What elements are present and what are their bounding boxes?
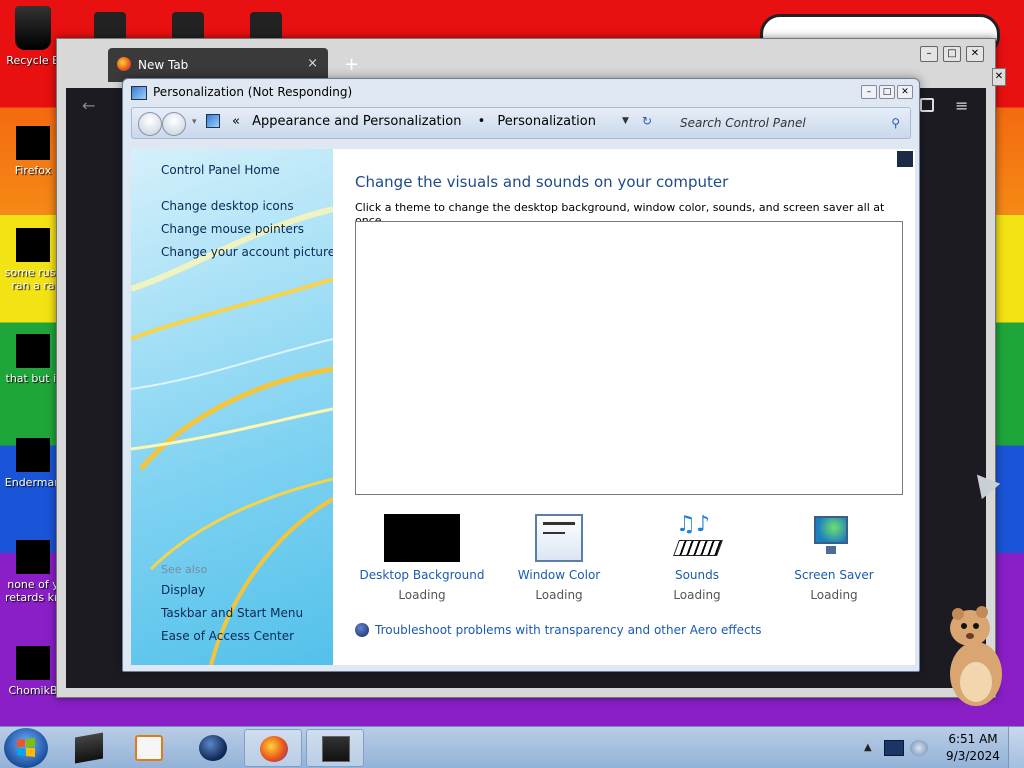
new-tab-button[interactable]: + bbox=[344, 54, 359, 75]
see-also-heading: See also bbox=[161, 563, 208, 576]
troubleshoot-text[interactable]: Troubleshoot problems with transparency … bbox=[375, 623, 762, 637]
recycle-bin-icon bbox=[15, 6, 51, 50]
personalization-window: Personalization (Not Responding) – □ ✕ ▾… bbox=[122, 78, 920, 672]
address-dropdown-icon[interactable]: ▼ bbox=[622, 116, 629, 126]
desktop-background-status: Loading bbox=[398, 588, 446, 602]
close-tab-icon[interactable]: × bbox=[307, 56, 318, 71]
control-panel-icon bbox=[206, 114, 220, 128]
breadcrumb-personalization[interactable]: Personalization bbox=[497, 114, 596, 129]
screen-saver-option[interactable]: Screen Saver Loading bbox=[769, 514, 899, 602]
back-button[interactable] bbox=[138, 112, 162, 136]
firefox-icon bbox=[260, 736, 288, 762]
change-desktop-icons-link[interactable]: Change desktop icons bbox=[161, 199, 294, 213]
screen-saver-label[interactable]: Screen Saver bbox=[769, 568, 899, 582]
forward-button[interactable] bbox=[162, 112, 186, 136]
media-player-icon bbox=[135, 735, 163, 761]
maximize-icon[interactable]: □ bbox=[943, 46, 961, 62]
file-icon bbox=[16, 334, 50, 368]
close-icon[interactable]: ✕ bbox=[992, 68, 1006, 86]
file-icon bbox=[16, 438, 50, 472]
control-panel-home-link[interactable]: Control Panel Home bbox=[161, 163, 280, 177]
taskbar-item-firefox[interactable] bbox=[244, 729, 302, 767]
system-tray: ▲ bbox=[862, 728, 944, 768]
sounds-option[interactable]: ♫ ♪ Sounds Loading bbox=[632, 514, 762, 602]
task-pane: Control Panel Home Change desktop icons … bbox=[131, 149, 333, 665]
hamster-icon bbox=[940, 604, 1010, 708]
display-link[interactable]: Display bbox=[161, 583, 205, 597]
start-button[interactable] bbox=[4, 728, 48, 768]
screen-saver-icon bbox=[812, 514, 856, 562]
taskbar-clock[interactable]: 6:51 AM 9/3/2024 bbox=[940, 731, 1006, 765]
change-account-picture-link[interactable]: Change your account picture bbox=[161, 245, 333, 259]
sounds-label[interactable]: Sounds bbox=[632, 568, 762, 582]
taskbar-start-menu-link[interactable]: Taskbar and Start Menu bbox=[161, 606, 303, 620]
clock-date: 9/3/2024 bbox=[946, 749, 1000, 763]
network-icon[interactable] bbox=[884, 740, 904, 756]
recent-pages-icon[interactable]: ▾ bbox=[192, 117, 197, 127]
desktop-background-option[interactable]: Desktop Background Loading bbox=[357, 514, 487, 602]
ease-of-access-link[interactable]: Ease of Access Center bbox=[161, 629, 294, 643]
search-placeholder: Search Control Panel bbox=[680, 116, 806, 130]
theme-list[interactable] bbox=[355, 221, 903, 495]
sounds-icon: ♫ ♪ bbox=[672, 514, 723, 562]
window-title: Personalization (Not Responding) bbox=[153, 85, 353, 99]
show-desktop-button[interactable] bbox=[1008, 727, 1024, 768]
windows-logo-icon bbox=[17, 738, 35, 757]
back-arrow-icon[interactable]: ← bbox=[82, 96, 95, 115]
file-icon bbox=[16, 228, 50, 262]
firefox-icon bbox=[117, 57, 131, 71]
help-icon[interactable] bbox=[897, 151, 913, 167]
desktop-background-icon bbox=[384, 514, 460, 562]
window-color-label[interactable]: Window Color bbox=[494, 568, 624, 582]
address-bar: ▾ « Appearance and Personalization • Per… bbox=[131, 107, 911, 139]
file-icon bbox=[16, 540, 50, 574]
sounds-status: Loading bbox=[673, 588, 721, 602]
breadcrumb-separator[interactable]: • bbox=[478, 114, 486, 129]
hamster-icon bbox=[16, 646, 50, 680]
control-panel-icon bbox=[131, 86, 147, 100]
globe-icon bbox=[199, 735, 227, 761]
search-input[interactable]: Search Control Panel ⚲ bbox=[672, 113, 906, 135]
main-content: Change the visuals and sounds on your co… bbox=[333, 149, 915, 665]
taskbar-item-app1[interactable] bbox=[60, 729, 118, 767]
taskbar: ▲ 6:51 AM 9/3/2024 bbox=[0, 726, 1024, 768]
breadcrumb-appearance[interactable]: Appearance and Personalization bbox=[252, 114, 461, 129]
taskbar-item-media-player[interactable] bbox=[120, 729, 178, 767]
close-icon[interactable]: ✕ bbox=[966, 46, 984, 62]
clock-time: 6:51 AM bbox=[948, 732, 998, 746]
close-icon[interactable]: ✕ bbox=[897, 85, 913, 99]
app-icon bbox=[75, 732, 103, 764]
breadcrumb-overflow-icon[interactable]: « bbox=[232, 114, 240, 129]
window-title-bar[interactable]: Personalization (Not Responding) bbox=[131, 85, 831, 103]
tab-title: New Tab bbox=[138, 58, 189, 72]
minimize-icon[interactable]: – bbox=[861, 85, 877, 99]
refresh-icon[interactable]: ↻ bbox=[642, 114, 652, 128]
taskbar-item-globe[interactable] bbox=[184, 729, 242, 767]
troubleshoot-icon bbox=[355, 623, 369, 637]
screen-saver-status: Loading bbox=[810, 588, 858, 602]
desktop-background-label[interactable]: Desktop Background bbox=[357, 568, 487, 582]
tab-new-tab[interactable]: New Tab × bbox=[108, 48, 328, 82]
search-icon[interactable]: ⚲ bbox=[891, 116, 900, 130]
taskbar-item-control-panel[interactable] bbox=[306, 729, 364, 767]
breadcrumb: « Appearance and Personalization • Perso… bbox=[232, 114, 604, 129]
show-hidden-icons-icon[interactable]: ▲ bbox=[864, 742, 872, 753]
minimize-icon[interactable]: – bbox=[920, 46, 938, 62]
window-color-option[interactable]: Window Color Loading bbox=[494, 514, 624, 602]
extensions-icon[interactable] bbox=[920, 98, 934, 112]
hamburger-menu-icon[interactable]: ≡ bbox=[955, 96, 968, 115]
change-mouse-pointers-link[interactable]: Change mouse pointers bbox=[161, 222, 304, 236]
maximize-icon[interactable]: □ bbox=[879, 85, 895, 99]
troubleshoot-link[interactable]: Troubleshoot problems with transparency … bbox=[355, 623, 762, 637]
page-title: Change the visuals and sounds on your co… bbox=[355, 173, 729, 191]
window-color-icon bbox=[535, 514, 583, 562]
firefox-icon bbox=[16, 126, 50, 160]
window-color-status: Loading bbox=[535, 588, 583, 602]
volume-icon[interactable] bbox=[910, 740, 928, 756]
control-panel-icon bbox=[322, 736, 350, 762]
